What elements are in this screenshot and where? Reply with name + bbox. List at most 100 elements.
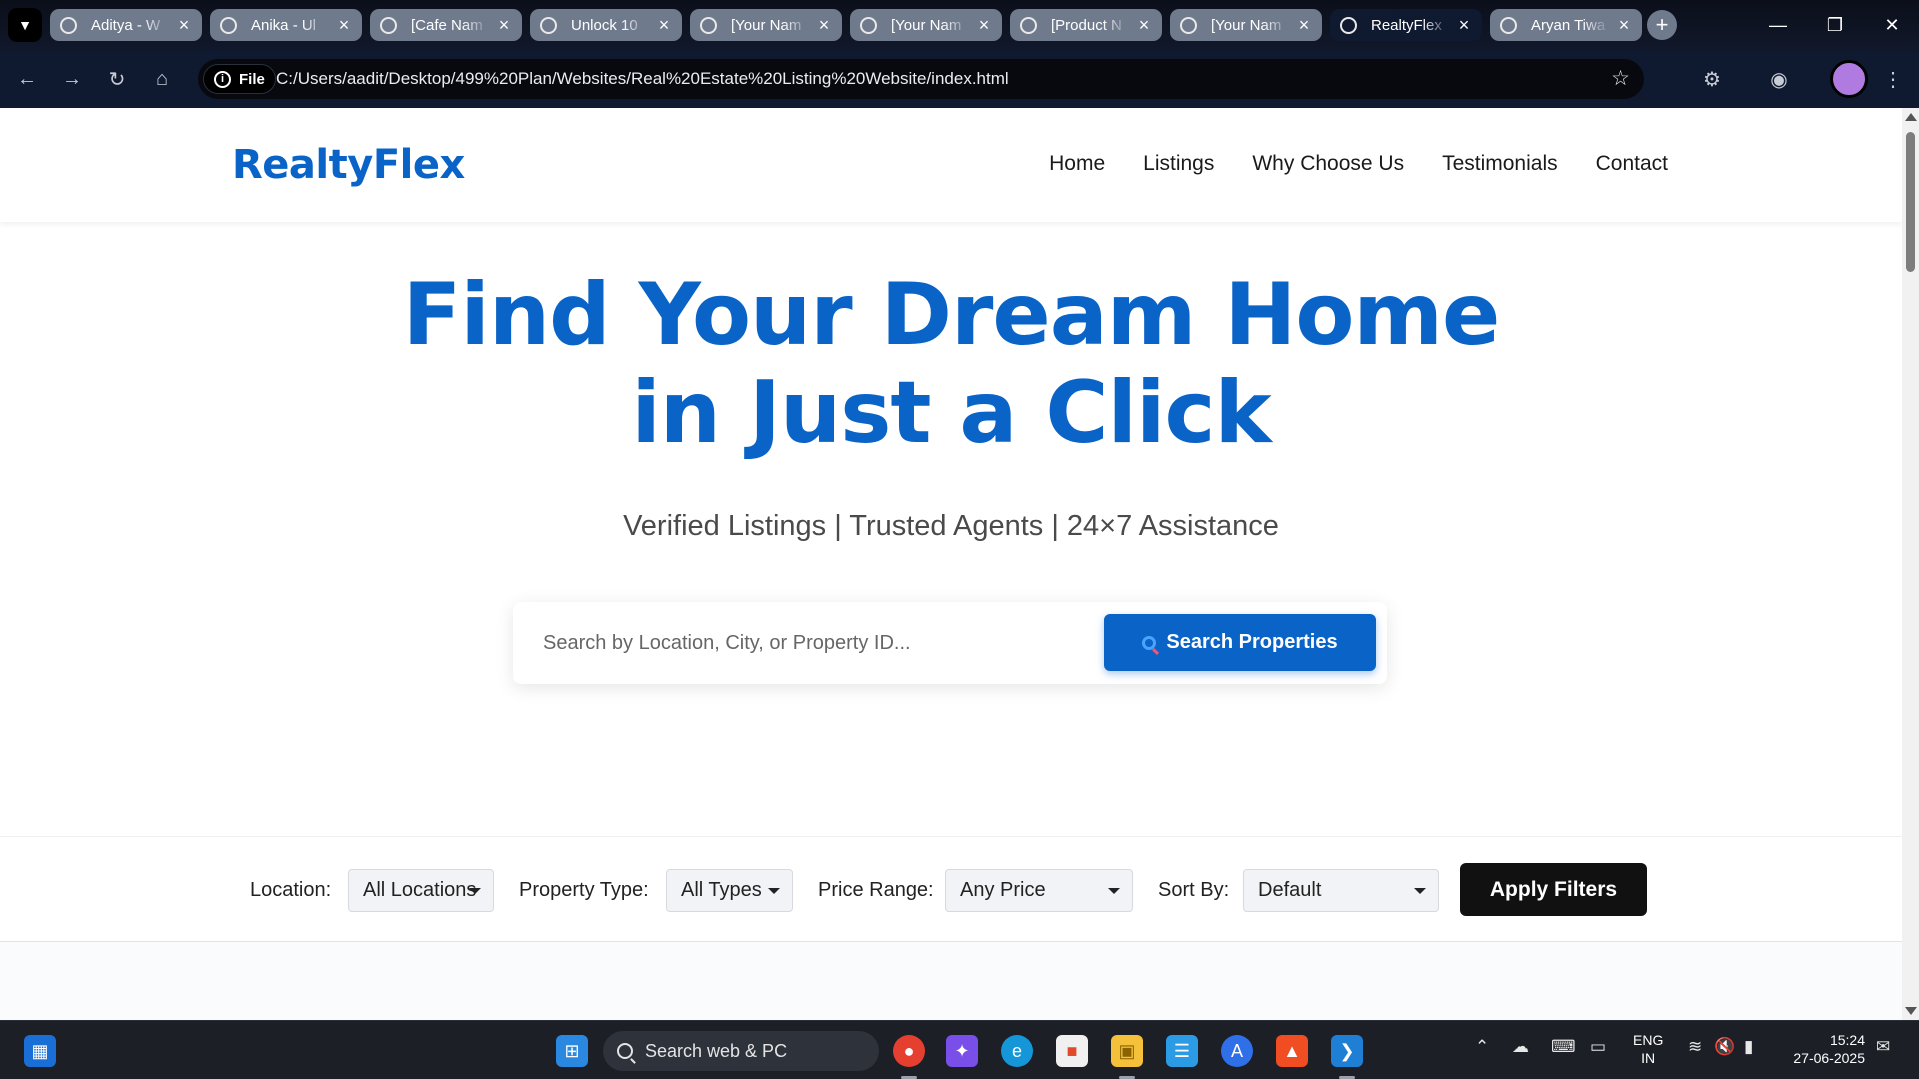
nav-listings[interactable]: Listings xyxy=(1143,152,1214,176)
extensions-icon[interactable]: ⚙ xyxy=(1695,62,1729,96)
property-type-select[interactable]: All Types xyxy=(666,869,793,912)
notepad-icon[interactable]: ☰ xyxy=(1166,1035,1198,1067)
tab-title: [Your Nam xyxy=(731,16,802,34)
close-icon[interactable]: × xyxy=(816,15,832,36)
clock-date: 27-06-2025 xyxy=(1793,1050,1865,1066)
language-indicator[interactable]: ENG IN xyxy=(1633,1031,1663,1067)
file-explorer-icon[interactable]: ▣ xyxy=(1111,1035,1143,1067)
close-icon[interactable]: × xyxy=(176,15,192,36)
close-icon[interactable]: × xyxy=(1616,15,1632,36)
scroll-down-arrow-icon[interactable] xyxy=(1905,1007,1917,1015)
globe-icon xyxy=(60,16,77,34)
browser-tab[interactable]: [Your Nam × xyxy=(1170,9,1322,41)
browser-tab[interactable]: [Your Nam × xyxy=(690,9,842,41)
close-icon[interactable]: × xyxy=(976,15,992,36)
minimize-button[interactable]: — xyxy=(1758,10,1798,40)
forward-arrow-icon[interactable]: → xyxy=(55,62,89,96)
battery-icon[interactable]: ▮ xyxy=(1744,1037,1753,1057)
globe-icon xyxy=(220,16,237,34)
apply-filters-button[interactable]: Apply Filters xyxy=(1460,863,1647,916)
nav-testimonials[interactable]: Testimonials xyxy=(1442,152,1558,176)
speaker-muted-icon[interactable]: 🔇 xyxy=(1714,1037,1735,1057)
app-a-icon[interactable]: A xyxy=(1221,1035,1253,1067)
site-logo[interactable]: RealtyFlex xyxy=(232,142,465,188)
language-code: ENG xyxy=(1633,1032,1664,1048)
browser-tab[interactable]: Anika - Ul × xyxy=(210,9,362,41)
onedrive-cloud-icon[interactable]: ☁ xyxy=(1512,1037,1529,1057)
close-icon[interactable]: × xyxy=(656,15,672,36)
chevron-down-icon xyxy=(1414,888,1426,894)
vscode-icon[interactable]: ❯ xyxy=(1331,1035,1363,1067)
tab-title: [Your Nam xyxy=(1211,16,1282,34)
brave-icon[interactable]: ▲ xyxy=(1276,1035,1308,1067)
hero-subtitle: Verified Listings | Trusted Agents | 24×… xyxy=(623,510,1279,542)
bookmark-star-icon[interactable]: ☆ xyxy=(1611,66,1630,91)
url-text[interactable]: C:/Users/aadit/Desktop/499%20Plan/Websit… xyxy=(276,69,1009,89)
notification-bell-icon[interactable]: ✉ xyxy=(1876,1037,1890,1057)
location-value: All Locations xyxy=(363,879,477,901)
browser-tab[interactable]: [Cafe Nam × xyxy=(370,9,522,41)
chevron-up-icon[interactable]: ⌃ xyxy=(1475,1037,1489,1057)
page-viewport: RealtyFlex Home Listings Why Choose Us T… xyxy=(0,108,1902,1020)
chrome-icon[interactable]: ● xyxy=(893,1035,925,1067)
new-tab-button[interactable]: + xyxy=(1647,10,1677,40)
filter-bar: Location: All Locations Property Type: A… xyxy=(0,836,1902,942)
page-scrollbar[interactable] xyxy=(1902,108,1919,1020)
store-icon[interactable]: ■ xyxy=(1056,1035,1088,1067)
browser-tab[interactable]: Unlock 10 × xyxy=(530,9,682,41)
search-input[interactable] xyxy=(543,623,1083,663)
close-window-button[interactable]: ✕ xyxy=(1872,10,1912,40)
browser-tab[interactable]: [Your Nam × xyxy=(850,9,1002,41)
taskbar-search[interactable]: Search web & PC xyxy=(603,1031,879,1071)
price-range-select[interactable]: Any Price xyxy=(945,869,1133,912)
widgets-icon[interactable]: ▦ xyxy=(24,1035,56,1067)
keyboard-icon[interactable]: ⌨ xyxy=(1551,1037,1576,1057)
site-info-chip[interactable]: i File xyxy=(203,64,276,94)
browser-tab[interactable]: Aryan Tiwa × xyxy=(1490,9,1642,41)
globe-icon xyxy=(1500,16,1517,34)
close-icon[interactable]: × xyxy=(1296,15,1312,36)
info-icon: i xyxy=(214,70,231,88)
tab-title: Aryan Tiwa xyxy=(1531,16,1606,34)
nav-home[interactable]: Home xyxy=(1049,152,1105,176)
profile-avatar[interactable] xyxy=(1830,60,1868,98)
tab-title: Anika - Ul xyxy=(251,16,317,34)
close-icon[interactable]: × xyxy=(496,15,512,36)
reload-icon[interactable]: ↻ xyxy=(100,62,134,96)
browser-tab[interactable]: [Product N × xyxy=(1010,9,1162,41)
property-type-value: All Types xyxy=(681,879,762,901)
scrollbar-thumb[interactable] xyxy=(1906,132,1915,272)
browser-tab-active[interactable]: RealtyFlex × xyxy=(1330,9,1482,41)
incognito-icon[interactable]: ◉ xyxy=(1762,62,1796,96)
home-icon[interactable]: ⌂ xyxy=(145,62,179,96)
search-button-label: Search Properties xyxy=(1166,631,1338,653)
nav-contact[interactable]: Contact xyxy=(1596,152,1668,176)
sort-by-label: Sort By: xyxy=(1158,879,1230,901)
sort-by-select[interactable]: Default xyxy=(1243,869,1439,912)
back-arrow-icon[interactable]: ← xyxy=(10,62,44,96)
hero-title-line-1: Find Your Dream Home xyxy=(402,265,1501,365)
tab-search-button[interactable]: ▼ xyxy=(8,8,42,42)
system-clock[interactable]: 15:24 27-06-2025 xyxy=(1785,1031,1865,1067)
close-icon[interactable]: × xyxy=(1456,15,1472,36)
start-windows-icon[interactable]: ⊞ xyxy=(556,1035,588,1067)
address-bar[interactable]: i File C:/Users/aadit/Desktop/499%20Plan… xyxy=(198,59,1644,99)
search-icon xyxy=(617,1043,633,1059)
nav-why-choose-us[interactable]: Why Choose Us xyxy=(1252,152,1404,176)
menu-kebab-icon[interactable]: ⋮ xyxy=(1876,62,1910,96)
close-icon[interactable]: × xyxy=(336,15,352,36)
property-search-bar: Search Properties xyxy=(513,602,1387,684)
property-type-label: Property Type: xyxy=(519,879,649,901)
restore-button[interactable]: ❐ xyxy=(1815,10,1855,40)
scroll-up-arrow-icon[interactable] xyxy=(1905,113,1917,121)
chevron-down-icon xyxy=(469,888,481,894)
price-range-value: Any Price xyxy=(960,879,1046,901)
wifi-icon[interactable]: ≋ xyxy=(1688,1037,1702,1057)
location-select[interactable]: All Locations xyxy=(348,869,494,912)
display-icon[interactable]: ▭ xyxy=(1590,1037,1606,1057)
search-properties-button[interactable]: Search Properties xyxy=(1104,614,1376,671)
browser-tab[interactable]: Aditya - W × xyxy=(50,9,202,41)
edge-icon[interactable]: e xyxy=(1001,1035,1033,1067)
close-icon[interactable]: × xyxy=(1136,15,1152,36)
copilot-icon[interactable]: ✦ xyxy=(946,1035,978,1067)
